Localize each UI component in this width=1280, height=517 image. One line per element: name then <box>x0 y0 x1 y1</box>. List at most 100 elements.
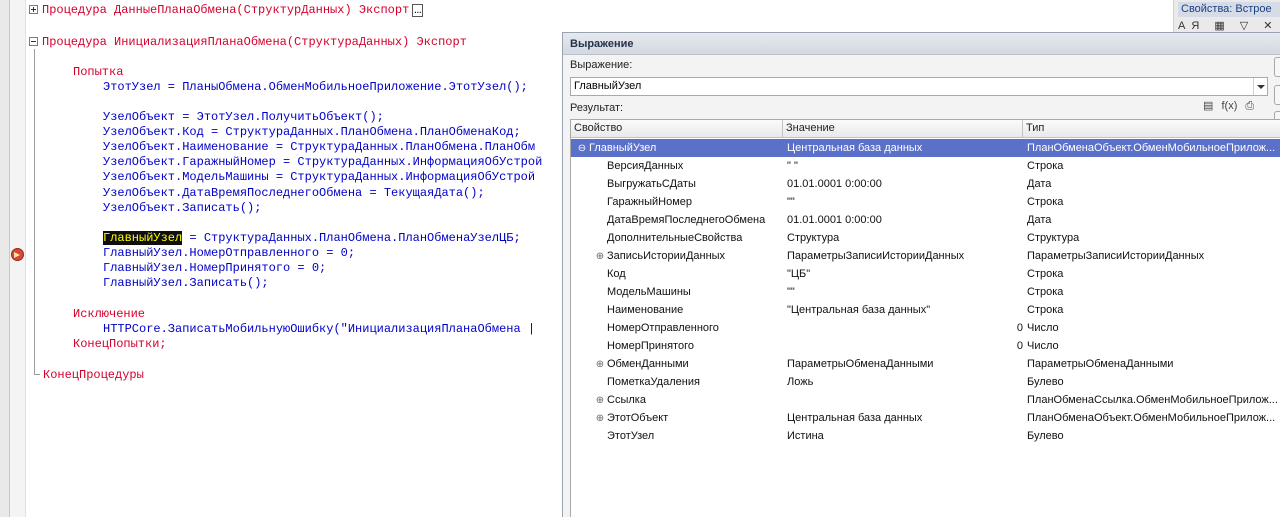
collapsed-ellipsis-button[interactable]: … <box>412 4 424 17</box>
property-name: ЭтотОбъект <box>607 412 669 424</box>
cell-value: "Центральная база данных" <box>787 304 931 316</box>
collapse-icon[interactable]: ⊖ <box>575 140 589 157</box>
cell-value: Ложь <box>787 376 814 388</box>
table-row[interactable]: ⊕ ЭтотОбъект Центральная база данных ПланОб… <box>571 409 1280 427</box>
code-line: ГлавныйУзел.НомерПринятого = 0; <box>103 261 327 275</box>
fold-guide-line <box>34 49 35 374</box>
cell-value: ПараметрыЗаписиИсторииДанных <box>787 250 965 262</box>
code-line: ГлавныйУзел.Записать(); <box>103 276 269 290</box>
cell-property: ⊕ ЭтотОбъект <box>571 409 783 427</box>
table-view-icon[interactable]: ▤ <box>1203 99 1213 112</box>
cell-property: Код <box>571 265 783 283</box>
table-row[interactable]: Наименование "Центральная база данных" Стр… <box>571 301 1280 319</box>
table-row[interactable]: ⊖ ГлавныйУзел Центральная база данных ПланО… <box>571 139 1280 157</box>
cell-type: Число <box>1027 322 1059 334</box>
cell-value: " " <box>787 160 798 172</box>
chevron-down-icon[interactable] <box>1253 78 1267 95</box>
code-editor[interactable]: Процедура ДанныеПланаОбмена(СтруктурДанн… <box>27 0 562 517</box>
function-icon[interactable]: f(x) <box>1221 100 1237 112</box>
table-row[interactable]: ⊕ Ссылка ПланОбменаСсылка.ОбменМобильноеПр… <box>571 391 1280 409</box>
side-button-2[interactable] <box>1274 85 1280 105</box>
code-line-try: Попытка <box>73 65 124 79</box>
code-line-endproc: КонецПроцедуры <box>43 368 144 382</box>
cell-property: ⊕ ЗаписьИсторииДанных <box>571 247 783 265</box>
code-line: УзелОбъект = ЭтотУзел.ПолучитьОбъект(); <box>103 110 384 124</box>
properties-panel: Свойства: Встрое АЯ ▦ ▽ ✕ ⋯ <box>1173 0 1280 34</box>
left-panel-edge <box>0 0 10 517</box>
expand-icon[interactable]: ⊕ <box>593 356 607 373</box>
table-row[interactable]: ГаражныйНомер "" Строка <box>571 193 1280 211</box>
property-name: ЗаписьИсторииДанных <box>607 250 726 262</box>
property-name: ГаражныйНомер <box>607 196 693 208</box>
cell-property: НомерОтправленного <box>571 319 783 337</box>
column-header-value[interactable]: Значение <box>783 120 1023 138</box>
print-icon[interactable]: ⎙ <box>1245 100 1254 113</box>
code-line-except: Исключение <box>73 307 146 321</box>
table-row[interactable]: ПометкаУдаления Ложь Булево <box>571 373 1280 391</box>
properties-toolbar[interactable]: АЯ ▦ ▽ ✕ ⋯ <box>1178 19 1280 32</box>
expand-icon[interactable]: ⊕ <box>593 392 607 409</box>
column-header-type[interactable]: Тип <box>1023 120 1280 138</box>
property-name: МодельМашины <box>607 286 691 298</box>
cell-value: "" <box>787 286 795 298</box>
table-row[interactable]: ВерсияДанных " " Строка <box>571 157 1280 175</box>
code-line: УзелОбъект.Наименование = СтруктураДанны… <box>103 140 536 154</box>
fold-guide-end <box>34 374 40 375</box>
code-line: HTTPCore.ЗаписатьМобильнуюОшибку("Инициа… <box>103 322 536 336</box>
cell-property: ⊖ ГлавныйУзел <box>571 139 783 157</box>
cell-value <box>787 391 1023 409</box>
code-line: УзелОбъект.ГаражныйНомер = СтруктураДанн… <box>103 155 543 169</box>
cell-value: Истина <box>787 430 824 442</box>
expression-combobox[interactable]: ГлавныйУзел <box>570 77 1268 96</box>
cell-value: Структура <box>787 232 840 244</box>
table-row[interactable]: ЭтотУзел Истина Булево <box>571 427 1280 445</box>
dialog-title: Выражение <box>563 33 1280 55</box>
cell-type: Дата <box>1027 214 1052 226</box>
table-row[interactable]: ДатаВремяПоследнегоОбмена 01.01.0001 0:00… <box>571 211 1280 229</box>
highlighted-identifier[interactable]: ГлавныйУзел <box>103 231 183 245</box>
code-line: УзелОбъект.МодельМашины = СтруктураДанны… <box>103 170 536 184</box>
cell-value: ПараметрыОбменаДанными <box>787 358 934 370</box>
code-line-current: ГлавныйУзел = СтруктураДанных.ПланОбмена… <box>103 231 521 245</box>
table-row[interactable]: НомерОтправленного 0 Число <box>571 319 1280 337</box>
cell-property: НомерПринятого <box>571 337 783 355</box>
result-grid[interactable]: Свойство Значение Тип ⊖ ГлавныйУзел Центра… <box>570 119 1280 517</box>
table-row[interactable]: ДополнительныеСвойства Структура Структура <box>571 229 1280 247</box>
expression-label: Выражение: <box>570 59 633 71</box>
column-header-property[interactable]: Свойство <box>571 120 783 138</box>
cell-value: 01.01.0001 0:00:00 <box>787 178 882 190</box>
fold-minus-icon[interactable] <box>29 37 38 46</box>
expression-dialog: Выражение Выражение: ГлавныйУзел Результ… <box>562 32 1280 517</box>
cell-value: Центральная база данных <box>787 412 923 424</box>
table-row[interactable]: МодельМашины "" Строка <box>571 283 1280 301</box>
expand-icon[interactable]: ⊕ <box>593 248 607 265</box>
table-row[interactable]: ⊕ ЗаписьИсторииДанных ПараметрыЗаписиИстор… <box>571 247 1280 265</box>
cell-type: Строка <box>1027 196 1064 208</box>
cell-type: ПланОбменаОбъект.ОбменМобильноеПрилож... <box>1027 142 1276 154</box>
code-line: УзелОбъект.Записать(); <box>103 201 262 215</box>
table-row[interactable]: Код "ЦБ" Строка <box>571 265 1280 283</box>
cell-property: ВыгружатьСДаты <box>571 175 783 193</box>
code-line: ЭтотУзел = ПланыОбмена.ОбменМобильноеПри… <box>103 80 528 94</box>
property-name: ГлавныйУзел <box>589 142 657 154</box>
cell-type: Строка <box>1027 160 1064 172</box>
fold-plus-icon[interactable] <box>29 5 38 14</box>
table-row[interactable]: ВыгружатьСДаты 01.01.0001 0:00:00 Дата <box>571 175 1280 193</box>
cell-type: Булево <box>1027 430 1064 442</box>
cell-type: ПараметрыЗаписиИсторииДанных <box>1027 250 1205 262</box>
cell-property: ⊕ ОбменДанными <box>571 355 783 373</box>
code-line: УзелОбъект.ДатаВремяПоследнегоОбмена = Т… <box>103 186 485 200</box>
cell-type: Строка <box>1027 268 1064 280</box>
side-button-1[interactable] <box>1274 57 1280 77</box>
table-row[interactable]: НомерПринятого 0 Число <box>571 337 1280 355</box>
cell-value: "ЦБ" <box>787 268 811 280</box>
cell-property: ГаражныйНомер <box>571 193 783 211</box>
breakpoint-arrow-icon[interactable] <box>11 248 24 261</box>
table-row[interactable]: ⊕ ОбменДанными ПараметрыОбменаДанными Парам… <box>571 355 1280 373</box>
expand-icon[interactable]: ⊕ <box>593 410 607 427</box>
cell-type: Дата <box>1027 178 1052 190</box>
cell-property: ВерсияДанных <box>571 157 783 175</box>
properties-title: Свойства: Встрое <box>1178 2 1280 17</box>
cell-type: Булево <box>1027 376 1064 388</box>
property-name: ОбменДанными <box>607 358 689 370</box>
